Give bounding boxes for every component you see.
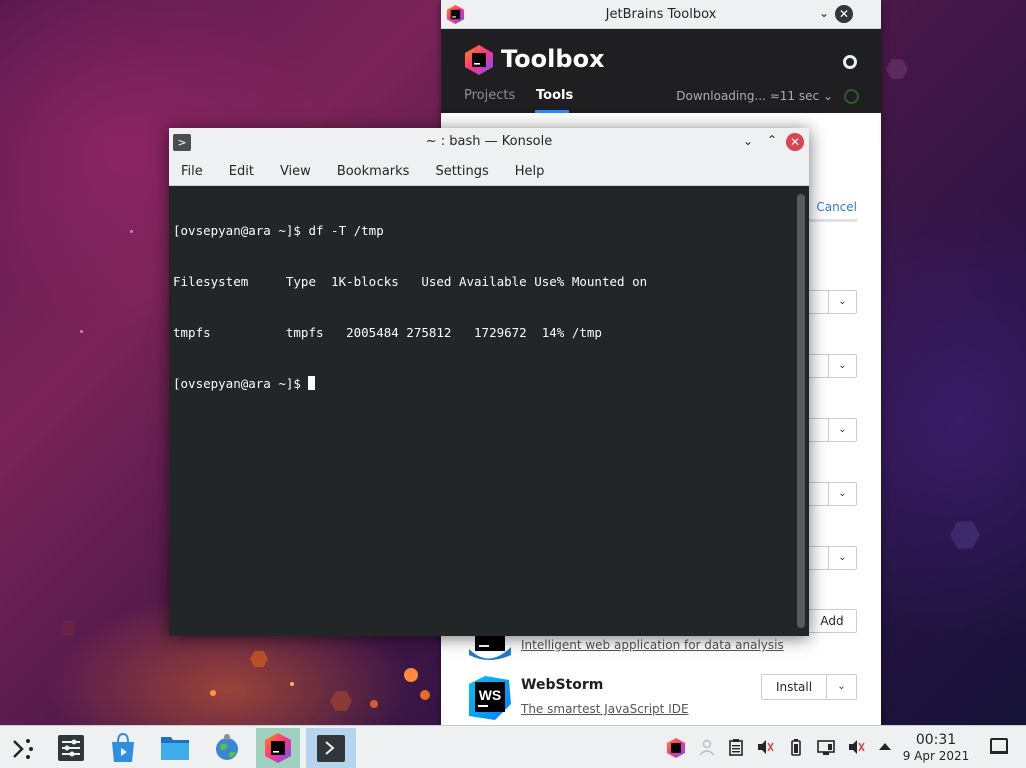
terminal-scrollbar-thumb[interactable] xyxy=(797,194,805,628)
wallpaper-dot xyxy=(370,700,378,708)
tool-action-dropdown[interactable]: ⌄ xyxy=(807,354,857,378)
datalore-description-link[interactable]: Intelligent web application for data ana… xyxy=(521,638,784,652)
toolbox-close-button[interactable]: ✕ xyxy=(835,5,853,23)
konsole-titlebar[interactable]: > ~ : bash — Konsole ⌄ ⌃ ✕ xyxy=(169,128,809,158)
wallpaper-hexagon xyxy=(60,620,76,636)
application-launcher-icon[interactable] xyxy=(2,728,42,768)
webstorm-icon: WS xyxy=(469,676,511,720)
clock-time[interactable]: 00:31 xyxy=(904,732,968,748)
toolbox-minimize-button[interactable]: ⌄ xyxy=(819,6,829,20)
konsole-window-title: ~ : bash — Konsole xyxy=(425,134,553,149)
audio-muted-icon[interactable] xyxy=(756,738,774,756)
user-icon[interactable] xyxy=(698,738,716,756)
terminal-prompt: [ovsepyan@ara ~]$ xyxy=(173,376,309,391)
tab-tools[interactable]: Tools xyxy=(536,88,573,103)
terminal-output: [ovsepyan@ara ~]$ df -T /tmp Filesystem … xyxy=(173,188,647,426)
webstorm-icon-text: WS xyxy=(479,687,502,703)
terminal-prompt-line: [ovsepyan@ara ~]$ xyxy=(173,375,647,392)
tool-action-dropdown[interactable]: ⌄ xyxy=(807,482,857,506)
terminal-cursor xyxy=(308,376,316,390)
wallpaper-dot xyxy=(80,330,83,333)
webstorm-description-link[interactable]: The smartest JavaScript IDE xyxy=(521,702,689,716)
volume-muted-icon[interactable] xyxy=(847,738,865,756)
terminal-line: [ovsepyan@ara ~]$ df -T /tmp xyxy=(173,223,384,238)
menu-view[interactable]: View xyxy=(276,164,315,179)
show-desktop-icon[interactable] xyxy=(990,738,1008,754)
terminal-line: Filesystem Type 1K-blocks Used Available… xyxy=(173,274,648,289)
jetbrains-toolbox-task-icon[interactable] xyxy=(256,728,300,768)
konsole-app-icon[interactable]: > xyxy=(173,134,191,151)
konsole-minimize-button[interactable]: ⌄ xyxy=(743,134,753,148)
menu-file[interactable]: File xyxy=(177,164,207,179)
toolbox-window-title: JetBrains Toolbox xyxy=(605,6,717,22)
download-status[interactable]: Downloading... ≈11 sec ⌄ xyxy=(676,89,833,103)
clipboard-icon[interactable] xyxy=(727,738,745,756)
webstorm-install-button[interactable]: Install ⌄ xyxy=(761,674,857,700)
wallpaper-dot xyxy=(420,690,430,700)
terminal-scrollbar[interactable] xyxy=(797,194,805,628)
menu-settings[interactable]: Settings xyxy=(431,164,492,179)
wallpaper-hexagon xyxy=(886,59,908,79)
chevron-down-icon[interactable]: ⌄ xyxy=(828,483,856,505)
chevron-down-icon[interactable]: ⌄ xyxy=(828,355,856,377)
install-button-label[interactable]: Install xyxy=(762,675,826,699)
chevron-down-icon: ⌄ xyxy=(822,89,833,103)
jetbrains-toolbox-icon xyxy=(446,5,465,24)
tool-action-dropdown[interactable]: ⌄ xyxy=(807,290,857,314)
web-browser-icon[interactable] xyxy=(207,728,247,768)
chevron-down-icon[interactable]: ⌄ xyxy=(828,547,856,569)
toolbox-logo-icon xyxy=(465,45,493,75)
taskbar: 00:31 9 Apr 2021 xyxy=(0,725,1026,768)
wallpaper-dot xyxy=(210,690,216,696)
wallpaper-dot xyxy=(130,230,133,233)
konsole-maximize-button[interactable]: ⌃ xyxy=(767,133,777,147)
chevron-down-icon[interactable]: ⌄ xyxy=(826,675,856,699)
tab-projects[interactable]: Projects xyxy=(464,88,515,103)
add-datalore-button[interactable]: Add xyxy=(807,609,857,633)
wallpaper-dot xyxy=(290,682,294,686)
menu-edit[interactable]: Edit xyxy=(225,164,258,179)
jetbrains-toolbox-tray-icon[interactable] xyxy=(666,738,686,758)
wallpaper-hexagon xyxy=(250,650,268,668)
tool-action-dropdown[interactable]: ⌄ xyxy=(807,418,857,442)
toolbox-header: Toolbox Projects Tools Downloading... ≈1… xyxy=(441,29,881,113)
cancel-download-link[interactable]: Cancel xyxy=(816,200,857,214)
menu-bookmarks[interactable]: Bookmarks xyxy=(333,164,414,179)
system-settings-icon[interactable] xyxy=(51,728,91,768)
konsole-task-icon[interactable] xyxy=(306,728,356,768)
konsole-window: > ~ : bash — Konsole ⌄ ⌃ ✕ File Edit Vie… xyxy=(169,128,809,636)
chevron-down-icon[interactable]: ⌄ xyxy=(828,419,856,441)
toolbox-titlebar[interactable]: JetBrains Toolbox ⌄ ✕ xyxy=(441,0,881,29)
clock-date[interactable]: 9 Apr 2021 xyxy=(898,749,974,763)
terminal-line: tmpfs tmpfs 2005484 275812 1729672 14% /… xyxy=(173,325,602,340)
download-status-text: Downloading... ≈11 sec xyxy=(676,89,820,103)
webstorm-name: WebStorm xyxy=(521,677,604,693)
tray-expand-icon[interactable] xyxy=(876,738,894,756)
download-progress-ring-icon xyxy=(844,89,859,104)
wallpaper-hexagon xyxy=(330,691,352,711)
settings-gear-icon[interactable] xyxy=(843,55,857,69)
download-progress-bar xyxy=(809,219,857,222)
terminal-area[interactable]: [ovsepyan@ara ~]$ df -T /tmp Filesystem … xyxy=(169,186,809,636)
discover-store-icon[interactable] xyxy=(103,728,143,768)
menu-help[interactable]: Help xyxy=(511,164,549,179)
konsole-close-button[interactable]: ✕ xyxy=(786,133,804,151)
wallpaper-hexagon xyxy=(950,521,980,549)
battery-icon[interactable] xyxy=(787,738,805,756)
toolbox-brand-title: Toolbox xyxy=(501,45,605,73)
network-icon[interactable] xyxy=(817,738,835,756)
wallpaper-dot xyxy=(404,668,418,682)
dolphin-files-icon[interactable] xyxy=(155,728,195,768)
chevron-down-icon[interactable]: ⌄ xyxy=(828,291,856,313)
konsole-menubar: File Edit View Bookmarks Settings Help xyxy=(169,158,809,186)
tool-action-dropdown[interactable]: ⌄ xyxy=(807,546,857,570)
